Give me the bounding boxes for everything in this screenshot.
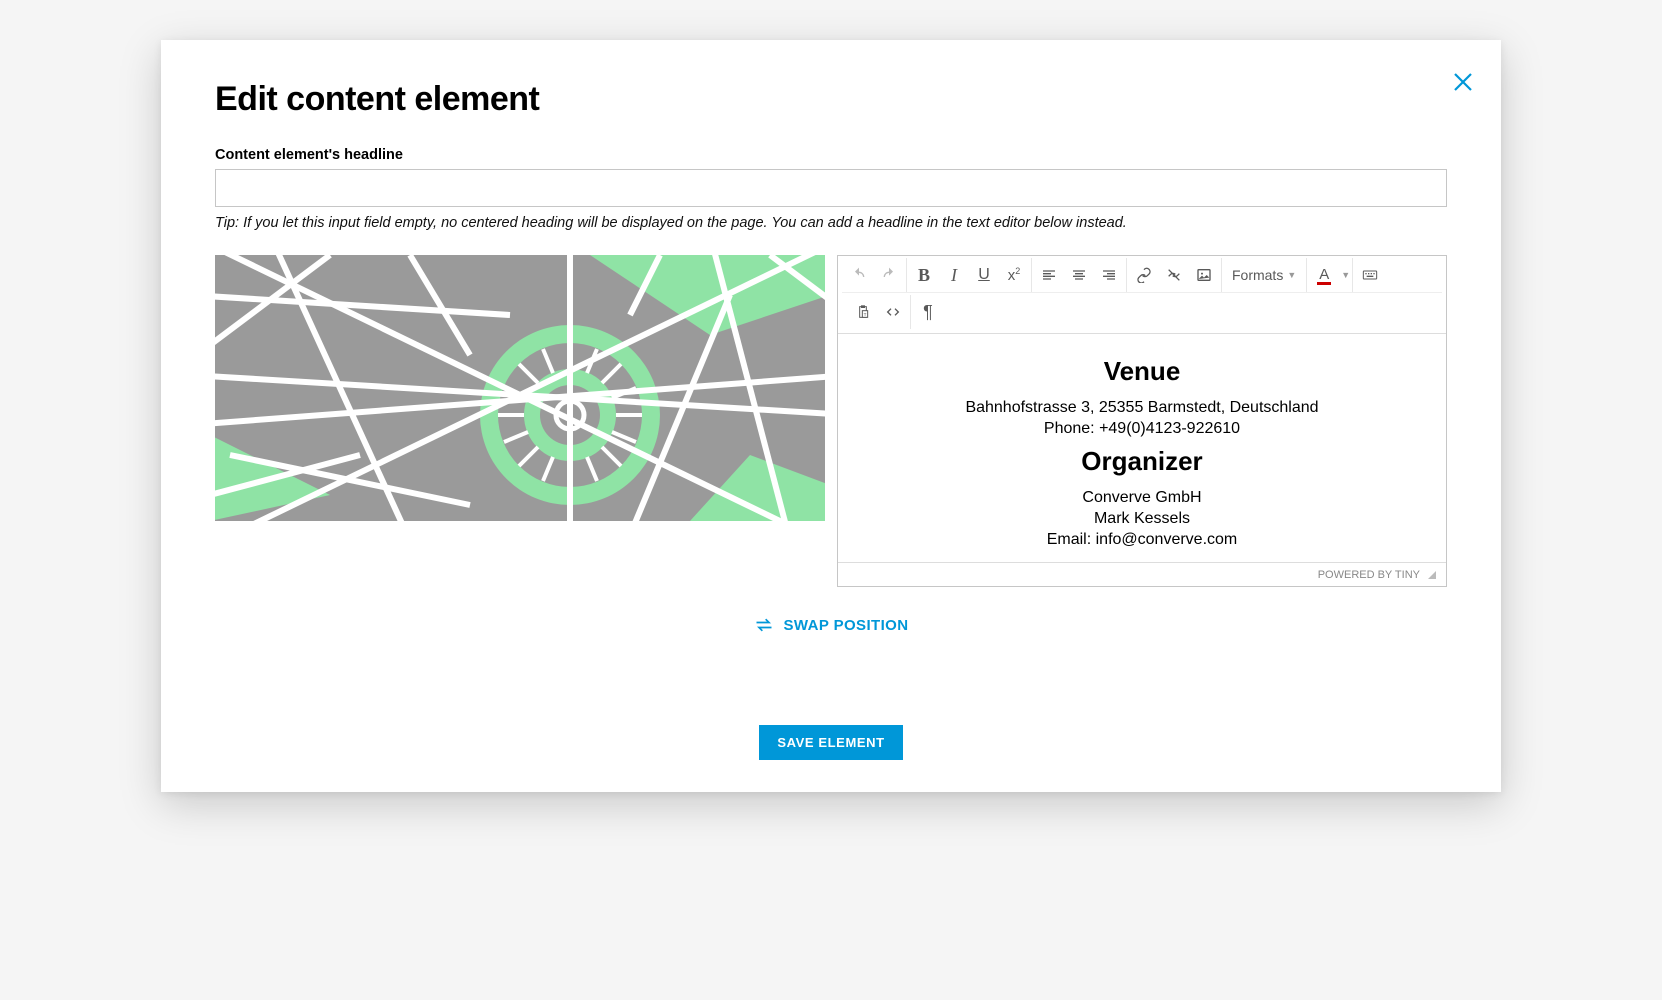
tiny-branding: POWERED BY TINY	[1318, 569, 1420, 581]
headline-tip: Tip: If you let this input field empty, …	[215, 215, 1447, 231]
venue-address: Bahnhofstrasse 3, 25355 Barmstedt, Deuts…	[856, 399, 1428, 417]
unlink-icon[interactable]	[1159, 260, 1189, 290]
undo-icon[interactable]	[844, 260, 874, 290]
editor-toolbar: B I U x2 Formats	[838, 256, 1446, 334]
organizer-person: Mark Kessels	[856, 510, 1428, 528]
code-icon[interactable]	[878, 297, 908, 327]
formats-dropdown[interactable]: Formats ▼	[1224, 260, 1304, 290]
editor-content-area[interactable]: Venue Bahnhofstrasse 3, 25355 Barmstedt,…	[838, 334, 1446, 562]
underline-icon[interactable]: U	[969, 260, 999, 290]
map-image	[215, 255, 825, 521]
editor-statusbar: POWERED BY TINY	[838, 562, 1446, 586]
venue-heading: Venue	[856, 356, 1428, 387]
align-center-icon[interactable]	[1064, 260, 1094, 290]
align-left-icon[interactable]	[1034, 260, 1064, 290]
chevron-down-icon: ▼	[1287, 270, 1296, 280]
headline-input[interactable]	[215, 169, 1447, 207]
swap-position-button[interactable]: SWAP POSITION	[215, 615, 1447, 635]
resize-handle-icon[interactable]	[1428, 571, 1436, 579]
edit-content-modal: Edit content element Content element's h…	[161, 40, 1501, 792]
organizer-heading: Organizer	[856, 446, 1428, 477]
paragraph-icon[interactable]: ¶	[913, 297, 943, 327]
organizer-company: Converve GmbH	[856, 489, 1428, 507]
chevron-down-icon[interactable]: ▼	[1341, 270, 1350, 280]
redo-icon[interactable]	[874, 260, 904, 290]
modal-title: Edit content element	[215, 80, 1447, 119]
swap-label: SWAP POSITION	[784, 617, 909, 634]
organizer-email: Email: info@converve.com	[856, 531, 1428, 549]
italic-icon[interactable]: I	[939, 260, 969, 290]
venue-phone: Phone: +49(0)4123-922610	[856, 420, 1428, 438]
formats-label: Formats	[1232, 267, 1283, 283]
svg-text:T: T	[864, 312, 867, 317]
bold-icon[interactable]: B	[909, 260, 939, 290]
text-color-icon[interactable]: A	[1309, 260, 1339, 290]
align-right-icon[interactable]	[1094, 260, 1124, 290]
image-icon[interactable]	[1189, 260, 1219, 290]
paste-icon[interactable]: T	[848, 297, 878, 327]
link-icon[interactable]	[1129, 260, 1159, 290]
swap-icon	[754, 615, 774, 635]
close-icon[interactable]	[1451, 70, 1475, 98]
keyboard-icon[interactable]	[1355, 260, 1385, 290]
content-row: B I U x2 Formats	[215, 255, 1447, 587]
headline-label: Content element's headline	[215, 147, 1447, 163]
superscript-icon[interactable]: x2	[999, 260, 1029, 290]
save-element-button[interactable]: SAVE ELEMENT	[759, 725, 902, 760]
rich-text-editor: B I U x2 Formats	[837, 255, 1447, 587]
